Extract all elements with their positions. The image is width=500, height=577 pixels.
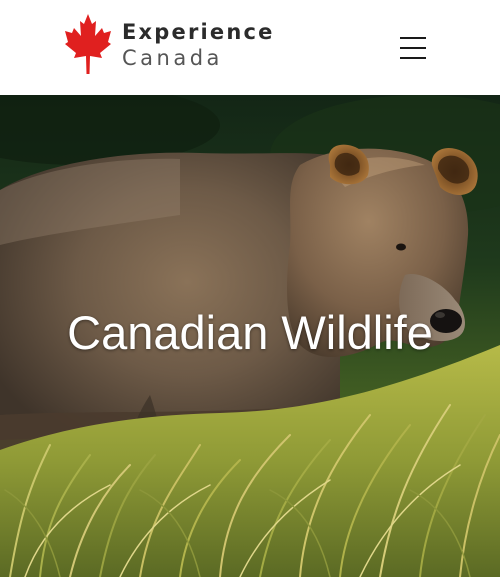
menu-bar-middle	[400, 47, 426, 49]
logo-title-experience: Experience	[122, 19, 275, 44]
maple-leaf-icon	[65, 14, 111, 74]
hero-section: Canadian Wildlife	[0, 95, 500, 577]
logo-title-canada: Canada	[122, 45, 223, 70]
site-logo-link[interactable]: Experience Canada	[64, 13, 275, 75]
menu-bar-bottom	[400, 57, 426, 59]
menu-bar-top	[400, 37, 426, 39]
site-header: Experience Canada	[0, 0, 500, 95]
hamburger-menu-icon[interactable]	[398, 34, 430, 62]
hero-title: Canadian Wildlife	[67, 306, 433, 359]
logo-text: Experience Canada	[122, 19, 275, 70]
